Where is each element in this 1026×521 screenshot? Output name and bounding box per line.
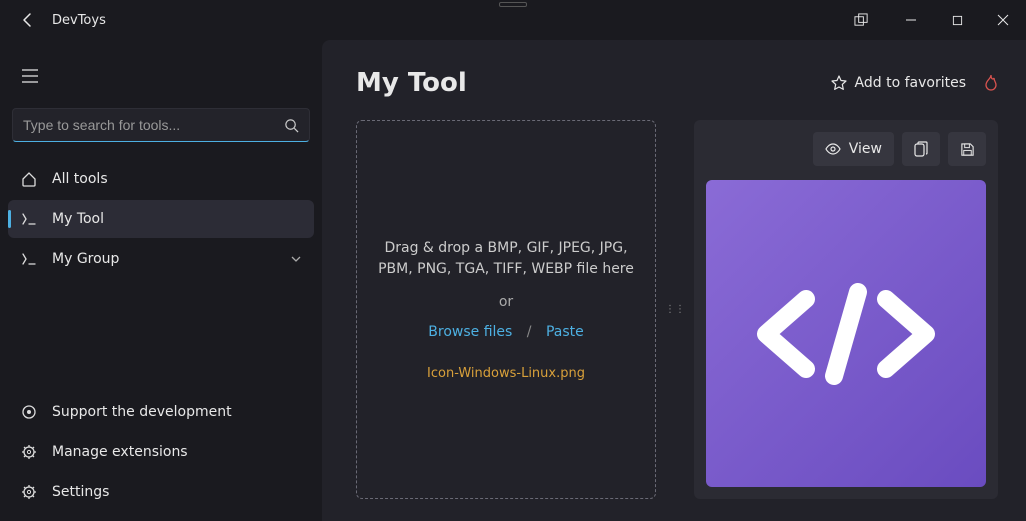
maximize-button[interactable]: [934, 0, 980, 40]
search-icon: [284, 118, 299, 133]
nav-label: Manage extensions: [52, 444, 188, 460]
tool-icon: [20, 211, 38, 227]
nav-my-tool[interactable]: My Tool: [8, 200, 314, 238]
window-controls: [838, 0, 1026, 40]
copy-button[interactable]: [902, 132, 940, 166]
flame-icon[interactable]: [984, 74, 998, 92]
nav-my-group[interactable]: My Group: [8, 240, 314, 278]
image-preview: [706, 180, 986, 487]
home-icon: [20, 171, 38, 187]
sidebar: All tools My Tool My Group: [0, 40, 322, 521]
search-input[interactable]: [23, 117, 284, 133]
close-button[interactable]: [980, 0, 1026, 40]
app-title: DevToys: [52, 13, 106, 28]
copy-icon: [914, 141, 928, 157]
browse-files-link[interactable]: Browse files: [428, 324, 512, 340]
link-separator: /: [527, 324, 532, 340]
gear-icon: [20, 484, 38, 500]
tool-icon: [20, 251, 38, 267]
back-button[interactable]: [8, 0, 48, 40]
selected-filename: Icon-Windows-Linux.png: [427, 366, 585, 381]
titlebar: DevToys: [0, 0, 1026, 40]
nav-support[interactable]: Support the development: [8, 393, 314, 431]
heart-icon: [20, 404, 38, 420]
preview-pane: View: [694, 120, 998, 499]
dropzone-or: or: [499, 294, 513, 310]
chevron-down-icon: [290, 253, 302, 265]
view-label: View: [849, 141, 882, 157]
search-box[interactable]: [12, 108, 310, 142]
dropzone-links: Browse files / Paste: [428, 324, 583, 340]
hamburger-button[interactable]: [10, 56, 50, 96]
nav-label: Support the development: [52, 404, 232, 420]
view-button[interactable]: View: [813, 132, 894, 166]
nav-settings[interactable]: Settings: [8, 473, 314, 511]
preview-toolbar: View: [706, 132, 986, 166]
compact-overlay-button[interactable]: [838, 0, 884, 40]
code-icon: [746, 274, 946, 394]
nav-label: My Tool: [52, 211, 104, 227]
main-pane: My Tool Add to favorites Drag & drop a B…: [322, 40, 1026, 521]
star-icon: [831, 75, 847, 91]
nav-list: All tools My Tool My Group: [8, 160, 314, 278]
add-favorite-button[interactable]: Add to favorites: [831, 75, 966, 91]
save-icon: [960, 142, 975, 157]
save-button[interactable]: [948, 132, 986, 166]
gear-icon: [20, 444, 38, 460]
nav-extensions[interactable]: Manage extensions: [8, 433, 314, 471]
eye-icon: [825, 141, 841, 157]
nav-label: Settings: [52, 484, 109, 500]
paste-link[interactable]: Paste: [546, 324, 584, 340]
minimize-button[interactable]: [888, 0, 934, 40]
file-dropzone[interactable]: Drag & drop a BMP, GIF, JPEG, JPG, PBM, …: [356, 120, 656, 499]
nav-bottom: Support the development Manage extension…: [8, 393, 314, 511]
dropzone-text: Drag & drop a BMP, GIF, JPEG, JPG, PBM, …: [377, 238, 635, 280]
nav-label: My Group: [52, 251, 119, 267]
nav-label: All tools: [52, 171, 108, 187]
nav-all-tools[interactable]: All tools: [8, 160, 314, 198]
add-favorite-label: Add to favorites: [855, 75, 966, 91]
titlebar-grip: [499, 2, 527, 7]
page-title: My Tool: [356, 68, 467, 98]
splitter-handle[interactable]: ⋮⋮: [670, 120, 680, 499]
